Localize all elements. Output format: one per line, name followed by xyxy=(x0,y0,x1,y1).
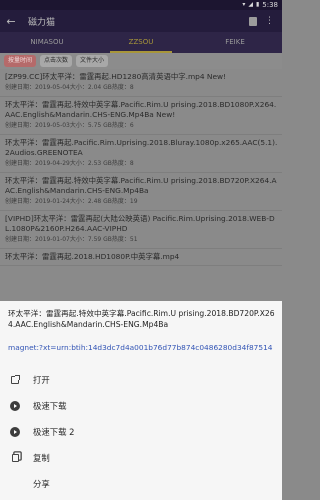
filter-size-chip[interactable]: 文件大小 xyxy=(76,55,109,67)
menu-item-fast-download[interactable]: 极速下载 xyxy=(0,393,282,419)
source-tabs: NIMASOU ZZSOU FEIKE xyxy=(0,32,282,53)
result-title: [VIPHD]环太平洋：雷霆再起(大陆公映英语) Pacific.Rim.Upr… xyxy=(5,214,275,233)
menu-item-label: 极速下载 xyxy=(33,401,67,411)
result-meta: 创建日期：2019-01-24大小：2.48 GB热度：19 xyxy=(5,198,138,205)
sort-filters: 按量时间 点击次数 文件大小 xyxy=(0,53,282,69)
copy-icon xyxy=(10,453,20,463)
share-icon-placeholder xyxy=(10,479,20,489)
result-list: [ZP99.CC]环太平洋：雷霆再起.HD1280高清英语中字.mp4 New!… xyxy=(0,69,282,266)
result-title: 环太平洋：雷霆再起.特效中英字幕.Pacific.Rim.U prising.2… xyxy=(5,100,277,119)
filter-time-chip[interactable]: 按量时间 xyxy=(4,55,37,67)
status-bar: ▾ ◢ ▮ 5:38 xyxy=(0,0,282,10)
menu-item-share[interactable]: 分享 xyxy=(0,471,282,497)
status-time: 5:38 xyxy=(262,1,278,9)
result-title: 环太平洋：雷霆再起.特效中英字幕.Pacific.Rim.U prising.2… xyxy=(5,176,277,195)
play-circle-icon xyxy=(10,401,20,411)
more-vert-icon[interactable]: ⋮ xyxy=(265,16,274,26)
list-item[interactable]: [VIPHD]环太平洋：雷霆再起(大陆公映英语) Pacific.Rim.Upr… xyxy=(0,211,282,249)
signal-icon: ◢ xyxy=(248,1,253,8)
list-item[interactable]: 环太平洋：雷霆再起.特效中英字幕.Pacific.Rim.U prising.2… xyxy=(0,97,282,135)
play-circle-icon xyxy=(10,427,20,437)
list-item[interactable]: [ZP99.CC]环太平洋：雷霆再起.HD1280高清英语中字.mp4 New!… xyxy=(0,69,282,97)
app-bar: ← 磁力猫 ⋮ xyxy=(0,10,282,32)
menu-item-label: 分享 xyxy=(33,479,50,489)
app-actions: ⋮ xyxy=(249,16,282,26)
action-menu: 打开 极速下载 极速下载 2 复制 分享 xyxy=(0,367,282,497)
list-item[interactable]: 环太平洋：雷霆再起.特效中英字幕.Pacific.Rim.U prising.2… xyxy=(0,173,282,211)
status-icons: ▾ ◢ ▮ 5:38 xyxy=(242,0,278,10)
result-title: 环太平洋：雷霆再起.2018.HD1080P.中英字幕.mp4 xyxy=(5,252,180,261)
bookmark-icon[interactable] xyxy=(249,16,257,26)
list-item[interactable]: 环太平洋：雷霆再起.Pacific.Rim.Uprising.2018.Blur… xyxy=(0,135,282,173)
menu-item-label: 极速下载 2 xyxy=(33,427,75,437)
open-external-icon xyxy=(10,375,20,385)
list-item[interactable]: 环太平洋：雷霆再起.2018.HD1080P.中英字幕.mp4 xyxy=(0,249,282,266)
tab-feike[interactable]: FEIKE xyxy=(188,32,282,53)
menu-item-fast-download-2[interactable]: 极速下载 2 xyxy=(0,419,282,445)
battery-icon: ▮ xyxy=(255,1,260,8)
sheet-title: 环太平洋：雷霆再起.特效中英字幕.Pacific.Rim.U prising.2… xyxy=(8,309,275,329)
magnet-link[interactable]: magnet:?xt=urn:btih:14d3dc7d4a001b76d77b… xyxy=(8,342,276,353)
menu-item-label: 打开 xyxy=(33,375,50,385)
menu-item-copy[interactable]: 复制 xyxy=(0,445,282,471)
wifi-icon: ▾ xyxy=(242,1,246,8)
tab-nimasou[interactable]: NIMASOU xyxy=(0,32,94,53)
result-meta: 创建日期：2019-05-03大小：5.75 GB热度：6 xyxy=(5,122,134,129)
tab-zzsou[interactable]: ZZSOU xyxy=(94,32,188,53)
menu-item-open[interactable]: 打开 xyxy=(0,367,282,393)
menu-item-label: 复制 xyxy=(33,453,50,463)
result-meta: 创建日期：2019-05-04大小：2.04 GB热度：8 xyxy=(5,84,134,91)
back-arrow-icon[interactable]: ← xyxy=(0,10,22,32)
filter-clicks-chip[interactable]: 点击次数 xyxy=(40,55,73,67)
result-meta: 创建日期：2019-04-29大小：2.53 GB热度：8 xyxy=(5,160,134,167)
result-title: [ZP99.CC]环太平洋：雷霆再起.HD1280高清英语中字.mp4 New! xyxy=(5,72,227,81)
action-bottom-sheet: 环太平洋：雷霆再起.特效中英字幕.Pacific.Rim.U prising.2… xyxy=(0,301,282,500)
result-title: 环太平洋：雷霆再起.Pacific.Rim.Uprising.2018.Blur… xyxy=(5,138,278,157)
result-meta: 创建日期：2019-01-07大小：7.59 GB热度：51 xyxy=(5,236,138,243)
app-title: 磁力猫 xyxy=(28,17,56,28)
